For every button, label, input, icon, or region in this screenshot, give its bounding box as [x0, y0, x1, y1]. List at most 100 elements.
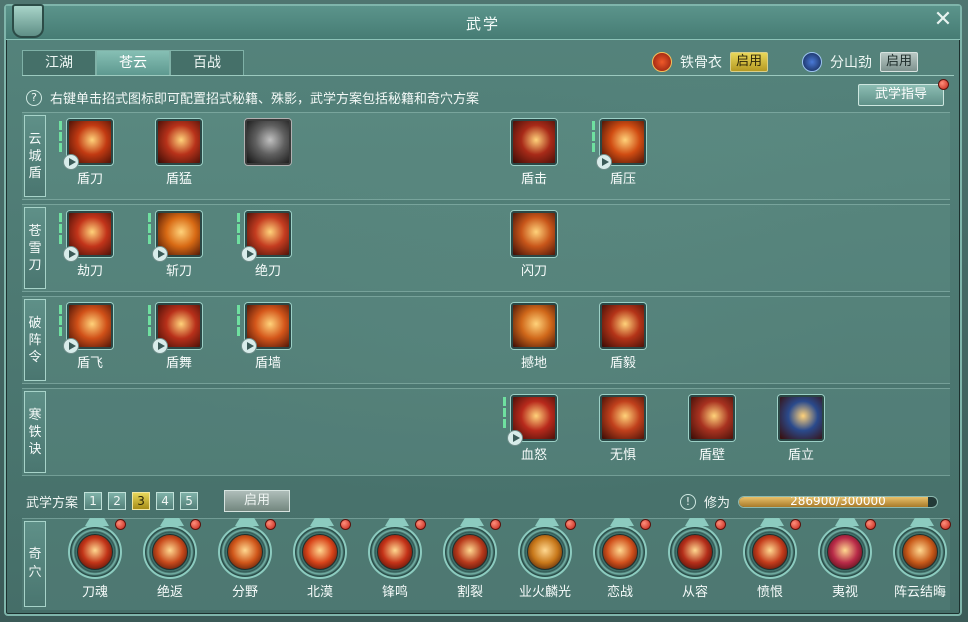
shield-press-icon[interactable]: [592, 119, 646, 170]
qixue-node[interactable]: 割裂: [435, 518, 505, 600]
armor-icon[interactable]: [245, 119, 291, 165]
node-selector-tab[interactable]: [385, 518, 409, 526]
play-icon[interactable]: [596, 154, 612, 170]
shield-fly-icon[interactable]: [59, 303, 113, 354]
fearless-icon[interactable]: [600, 395, 646, 441]
qixue-node[interactable]: 绝返: [135, 518, 205, 600]
stance-fenshan: 分山劲 启用: [802, 51, 919, 73]
scheme-option-1[interactable]: 1: [84, 492, 103, 510]
node-ring[interactable]: [68, 518, 126, 579]
shield-dance-icon[interactable]: [148, 303, 202, 354]
node-selector-tab[interactable]: [160, 518, 184, 526]
qixue-node[interactable]: 分野: [210, 518, 280, 600]
node-selector-tab[interactable]: [310, 518, 334, 526]
skill-slot[interactable]: 盾舞: [148, 303, 209, 371]
skill-slot[interactable]: 无惧: [593, 395, 653, 463]
play-icon[interactable]: [152, 246, 168, 262]
node-ring[interactable]: [293, 518, 351, 579]
close-icon[interactable]: ✕: [932, 9, 954, 32]
play-icon[interactable]: [63, 154, 79, 170]
node-selector-tab[interactable]: [460, 518, 484, 526]
tab-cangyun[interactable]: 苍云: [96, 50, 170, 75]
blood-rage-icon[interactable]: [503, 395, 557, 446]
scheme-option-4[interactable]: 4: [156, 492, 175, 510]
node-selector-tab[interactable]: [835, 518, 859, 526]
skill-slot[interactable]: 劫刀: [59, 211, 120, 279]
skill-slot[interactable]: 撼地: [504, 303, 564, 371]
qixue-node[interactable]: 北漠: [285, 518, 355, 600]
play-icon[interactable]: [63, 246, 79, 262]
skill-slot[interactable]: 盾墙: [237, 303, 298, 371]
quake-icon[interactable]: [511, 303, 557, 349]
skill-slot[interactable]: 闪刀: [504, 211, 564, 279]
skill-slot[interactable]: 盾压: [592, 119, 653, 187]
shield-wall-icon[interactable]: [237, 303, 291, 354]
guide-button[interactable]: 武学指导: [858, 79, 949, 106]
node-selector-tab[interactable]: [535, 518, 559, 526]
node-ring[interactable]: [143, 518, 201, 579]
scheme-option-3[interactable]: 3: [132, 492, 151, 510]
qixue-node[interactable]: 业火麟光: [510, 518, 580, 600]
skill-slot[interactable]: 盾立: [771, 395, 831, 463]
fenshan-enable-button[interactable]: 启用: [880, 52, 919, 72]
qixue-label: 奇穴: [24, 521, 46, 607]
qixue-node[interactable]: 夷视: [810, 518, 880, 600]
node-ring[interactable]: [518, 518, 576, 579]
node-selector-tab[interactable]: [760, 518, 784, 526]
node-ring[interactable]: [218, 518, 276, 579]
node-ring[interactable]: [668, 518, 726, 579]
qixue-node[interactable]: 从容: [660, 518, 730, 600]
help-icon[interactable]: ?: [26, 89, 42, 106]
scheme-option-5[interactable]: 5: [180, 492, 199, 510]
scheme-enable-button[interactable]: 启用: [224, 490, 291, 512]
play-icon[interactable]: [241, 338, 257, 354]
node-selector-tab[interactable]: [610, 518, 634, 526]
blade-slash-icon[interactable]: [59, 211, 113, 262]
skill-slot[interactable]: 绝刀: [237, 211, 298, 279]
node-selector-tab[interactable]: [235, 518, 259, 526]
blade-flash-icon[interactable]: [511, 211, 557, 257]
node-selector-tab[interactable]: [85, 518, 109, 526]
shield-strike-icon[interactable]: [511, 119, 557, 165]
skill-slot[interactable]: 斩刀: [148, 211, 209, 279]
node-selector-tab[interactable]: [685, 518, 709, 526]
skill-slot[interactable]: 盾击: [504, 119, 564, 187]
node-ring[interactable]: [743, 518, 801, 579]
tab-jianghu[interactable]: 江湖: [22, 50, 96, 75]
shield-blade-icon[interactable]: [59, 119, 113, 170]
blade-chop-icon[interactable]: [148, 211, 202, 262]
node-ring[interactable]: [443, 518, 501, 579]
qixue-node[interactable]: 恋战: [585, 518, 655, 600]
tab-baizhan[interactable]: 百战: [170, 50, 244, 75]
qixue-node[interactable]: 愤恨: [735, 518, 805, 600]
node-selector-tab[interactable]: [910, 518, 934, 526]
row-label-char: 苍: [28, 223, 42, 239]
skill-slot[interactable]: [238, 119, 298, 168]
shield-resolve-icon[interactable]: [600, 303, 646, 349]
blade-finish-icon[interactable]: [237, 211, 291, 262]
scheme-option-2[interactable]: 2: [108, 492, 127, 510]
skill-slot[interactable]: 盾刀: [59, 119, 120, 187]
skill-slot[interactable]: 盾毅: [593, 303, 653, 371]
qixue-node[interactable]: 阵云结晦: [885, 518, 955, 600]
node-ring[interactable]: [893, 518, 951, 579]
title-bar[interactable]: 武学 ✕: [6, 4, 960, 40]
node-ring[interactable]: [818, 518, 876, 579]
skill-slot[interactable]: 血怒: [503, 395, 564, 463]
skill-slot[interactable]: 盾壁: [682, 395, 742, 463]
qixue-node[interactable]: 刀魂: [60, 518, 130, 600]
tiegu-enable-button[interactable]: 启用: [730, 52, 769, 72]
node-ring[interactable]: [593, 518, 651, 579]
play-icon[interactable]: [63, 338, 79, 354]
play-icon[interactable]: [152, 338, 168, 354]
qixue-node[interactable]: 锋鸣: [360, 518, 430, 600]
shield-barrier-icon[interactable]: [689, 395, 735, 441]
skill-slot[interactable]: 盾飞: [59, 303, 120, 371]
node-ring[interactable]: [368, 518, 426, 579]
shield-stand-icon[interactable]: [778, 395, 824, 441]
info-icon[interactable]: !: [679, 493, 696, 510]
play-icon[interactable]: [507, 430, 523, 446]
skill-slot[interactable]: 盾猛: [149, 119, 209, 187]
play-icon[interactable]: [241, 246, 257, 262]
shield-charge-icon[interactable]: [156, 119, 202, 165]
